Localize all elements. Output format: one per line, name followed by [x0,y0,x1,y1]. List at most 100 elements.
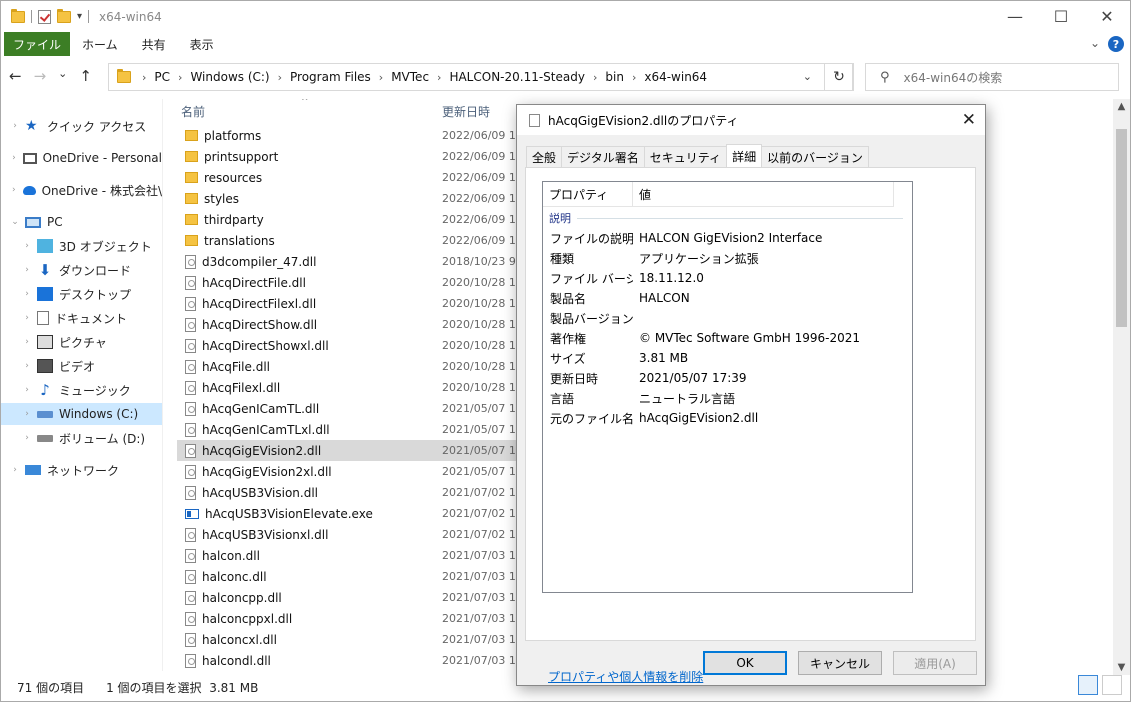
sidebar-item-pc[interactable]: ⌄ PC [1,211,162,233]
file-row[interactable]: hAcqFilexl.dll 2020/10/28 16: [177,377,517,398]
expand-icon[interactable]: › [9,153,19,163]
sidebar-item-3d-objects[interactable]: › 3D オブジェクト [1,235,162,257]
file-row[interactable]: hAcqGigEVision2.dll 2021/05/07 17: [177,440,517,461]
sidebar-item-documents[interactable]: › ドキュメント [1,307,162,329]
file-row[interactable]: halconcxl.dll 2021/07/03 16: [177,629,517,650]
file-row[interactable]: printsupport 2022/06/09 17: [177,146,517,167]
breadcrumb-bin[interactable]: bin [602,70,627,84]
vertical-scrollbar[interactable]: ▲ ▼ [1113,99,1130,675]
file-row[interactable]: halconcpp.dll 2021/07/03 16: [177,587,517,608]
remove-properties-link[interactable]: プロパティや個人情報を削除 [548,668,703,685]
breadcrumb-mvtec[interactable]: MVTec [388,70,432,84]
search-input[interactable]: ⚲ x64-win64の検索 [865,63,1119,91]
breadcrumb-program-files[interactable]: Program Files [287,70,374,84]
property-row[interactable]: 種類 アプリケーション拡張 [543,248,913,268]
file-row[interactable]: platforms 2022/06/09 17: [177,125,517,146]
large-icons-view-icon[interactable] [1102,675,1122,695]
sidebar-item-quick-access[interactable]: › ★ クイック アクセス [1,115,162,137]
property-row[interactable]: 製品バージョン [543,308,913,328]
column-header-value[interactable]: 値 [633,182,894,206]
tab-security[interactable]: セキュリティ [643,146,728,167]
breadcrumb-halcon[interactable]: HALCON-20.11-Steady [446,70,588,84]
property-row[interactable]: ファイル バージョン 18.11.12.0 [543,268,913,288]
ok-button[interactable]: OK [703,651,787,675]
file-row[interactable]: hAcqGenICamTL.dll 2021/05/07 17: [177,398,517,419]
apply-button[interactable]: 適用(A) [893,651,977,675]
up-button[interactable]: ↑ [79,67,92,85]
chevron-right-icon[interactable]: › [432,71,446,84]
back-button[interactable]: ← [9,67,22,85]
file-row[interactable]: styles 2022/06/09 17: [177,188,517,209]
sidebar-item-pictures[interactable]: › ピクチャ [1,331,162,353]
property-row[interactable]: 更新日時 2021/05/07 17:39 [543,368,913,388]
cancel-button[interactable]: キャンセル [798,651,882,675]
scroll-up-icon[interactable]: ▲ [1113,101,1130,112]
customize-dropdown-icon[interactable]: ▾ [77,11,82,22]
file-row[interactable]: thirdparty 2022/06/09 17: [177,209,517,230]
expand-icon[interactable]: › [21,265,33,275]
new-folder-icon[interactable] [57,8,71,23]
file-row[interactable]: halconc.dll 2021/07/03 16: [177,566,517,587]
property-row[interactable]: 製品名 HALCON [543,288,913,308]
expand-icon[interactable]: › [21,241,33,251]
column-header-name[interactable]: 名前 [181,99,205,123]
refresh-button[interactable]: ↻ [824,63,854,91]
property-row[interactable]: ファイルの説明 HALCON GigEVision2 Interface [543,228,913,248]
file-row[interactable]: resources 2022/06/09 17: [177,167,517,188]
property-row[interactable]: サイズ 3.81 MB [543,348,913,368]
file-row[interactable]: hAcqDirectShow.dll 2020/10/28 16: [177,314,517,335]
chevron-right-icon[interactable]: › [137,71,151,84]
file-row[interactable]: hAcqDirectShowxl.dll 2020/10/28 16: [177,335,517,356]
help-icon[interactable]: ? [1108,36,1124,52]
expand-icon[interactable]: › [21,433,33,443]
pane-divider[interactable] [162,99,163,671]
file-row[interactable]: hAcqGigEVision2xl.dll 2021/05/07 17: [177,461,517,482]
expand-icon[interactable]: › [21,409,33,419]
breadcrumb-pc[interactable]: PC [151,70,173,84]
recent-locations-button[interactable]: ⌄ [58,67,67,85]
expand-icon[interactable]: › [21,385,33,395]
expand-icon[interactable]: › [9,121,21,131]
properties-icon[interactable] [38,9,51,24]
file-row[interactable]: hAcqUSB3Vision.dll 2021/07/02 16: [177,482,517,503]
sidebar-item-windows-c[interactable]: › Windows (C:) [1,403,162,425]
sidebar-item-music[interactable]: › ♪ ミュージック [1,379,162,401]
file-row[interactable]: halcondl.dll 2021/07/03 16: [177,650,517,671]
sidebar-item-onedrive-personal[interactable]: › OneDrive - Personal [1,147,162,169]
sidebar-item-desktop[interactable]: › デスクトップ [1,283,162,305]
file-row[interactable]: hAcqFile.dll 2020/10/28 16: [177,356,517,377]
tab-digital-signature[interactable]: デジタル署名 [561,146,645,167]
chevron-right-icon[interactable]: › [374,71,388,84]
property-row[interactable]: 言語 ニュートラル言語 [543,388,913,408]
chevron-right-icon[interactable]: › [588,71,602,84]
chevron-right-icon[interactable]: › [173,71,187,84]
address-dropdown-icon[interactable]: ⌄ [803,70,812,83]
expand-icon[interactable]: › [9,465,21,475]
expand-ribbon-icon[interactable]: ⌄ [1090,36,1100,50]
sidebar-item-downloads[interactable]: › ⬇ ダウンロード [1,259,162,281]
file-row[interactable]: d3dcompiler_47.dll 2018/10/23 9:1 [177,251,517,272]
file-row[interactable]: halcon.dll 2021/07/03 16: [177,545,517,566]
tab-home[interactable]: ホーム [70,32,130,56]
sidebar-item-network[interactable]: › ネットワーク [1,459,162,481]
tab-details[interactable]: 詳細 [726,144,763,167]
property-list[interactable]: プロパティ 値 説明 ファイルの説明 HALCON GigEVision2 Int… [542,181,913,593]
expand-icon[interactable]: › [21,289,33,299]
property-row[interactable]: 元のファイル名 hAcqGigEVision2.dll [543,408,913,428]
maximize-button[interactable]: ☐ [1038,1,1084,32]
collapse-icon[interactable]: ⌄ [9,217,21,227]
tab-file[interactable]: ファイル [4,32,71,56]
tab-general[interactable]: 全般 [526,146,563,167]
file-row[interactable]: translations 2022/06/09 17: [177,230,517,251]
scroll-down-icon[interactable]: ▼ [1113,662,1130,673]
column-header-property[interactable]: プロパティ [543,182,633,206]
chevron-right-icon[interactable]: › [273,71,287,84]
file-row[interactable]: hAcqDirectFilexl.dll 2020/10/28 16: [177,293,517,314]
sidebar-item-onedrive-company[interactable]: › OneDrive - 株式会社\ [1,179,162,201]
file-row[interactable]: hAcqDirectFile.dll 2020/10/28 16: [177,272,517,293]
sidebar-item-videos[interactable]: › ビデオ [1,355,162,377]
chevron-right-icon[interactable]: › [627,71,641,84]
file-row[interactable]: hAcqUSB3Visionxl.dll 2021/07/02 16: [177,524,517,545]
expand-icon[interactable]: › [9,185,19,195]
sidebar-item-volume-d[interactable]: › ボリューム (D:) [1,427,162,449]
